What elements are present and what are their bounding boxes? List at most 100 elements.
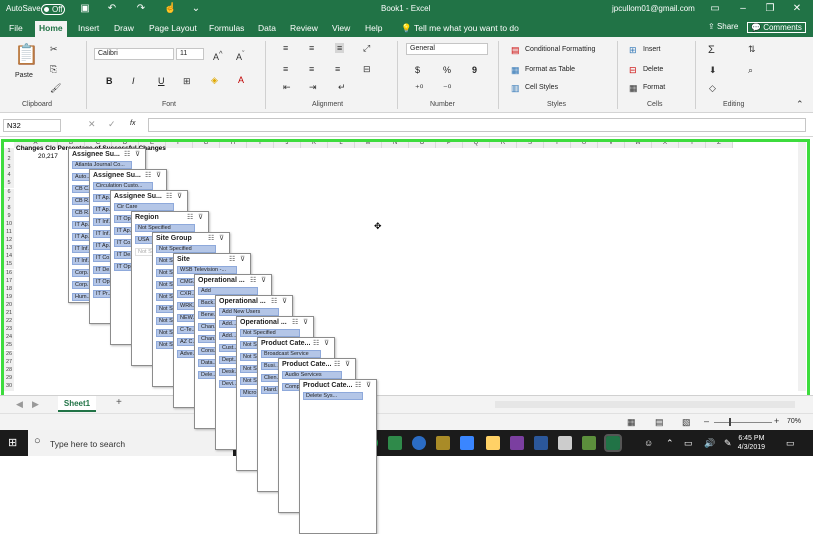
- cut-icon[interactable]: ✂: [50, 44, 58, 55]
- column-header[interactable]: U: [571, 140, 598, 148]
- column-header[interactable]: G: [193, 140, 220, 148]
- slicer-item[interactable]: Atlanta Journal Co...: [72, 161, 132, 169]
- row-header[interactable]: 22: [4, 318, 14, 327]
- tab-file[interactable]: File: [9, 23, 23, 33]
- font-name-combo[interactable]: Calibri: [94, 48, 174, 60]
- column-header[interactable]: Y: [679, 140, 706, 148]
- decrease-decimal-icon[interactable]: ⁻⁰: [443, 83, 451, 94]
- volume-icon[interactable]: 🔊: [704, 438, 715, 449]
- app-icon[interactable]: [436, 436, 450, 450]
- row-header[interactable]: 29: [4, 374, 14, 383]
- column-header[interactable]: W: [625, 140, 652, 148]
- insert-function-button[interactable]: fx: [130, 120, 135, 127]
- align-bottom-icon[interactable]: ≡: [335, 43, 345, 53]
- row-header[interactable]: 23: [4, 326, 14, 335]
- next-sheet-icon[interactable]: ▶: [32, 399, 39, 410]
- insert-cells-button[interactable]: Insert: [643, 46, 661, 53]
- clear-filter-icon[interactable]: ⊽: [324, 339, 329, 347]
- row-header[interactable]: 1: [4, 148, 14, 157]
- people-icon[interactable]: ☺: [644, 438, 653, 448]
- row-header[interactable]: 4: [4, 172, 14, 181]
- align-top-icon[interactable]: ≡: [283, 43, 288, 53]
- currency-button[interactable]: $: [415, 65, 420, 75]
- tab-data[interactable]: Data: [258, 23, 276, 33]
- column-header[interactable]: Q: [463, 140, 490, 148]
- orientation-icon[interactable]: ⤢: [363, 43, 370, 54]
- slicer-item[interactable]: Not Specified: [240, 329, 300, 337]
- clear-filter-icon[interactable]: ⊽: [135, 150, 140, 158]
- name-box[interactable]: N32: [3, 119, 61, 132]
- row-header[interactable]: 20: [4, 301, 14, 310]
- multi-select-icon[interactable]: ☷: [292, 318, 298, 326]
- row-header[interactable]: 5: [4, 180, 14, 189]
- bold-button[interactable]: B: [106, 76, 113, 86]
- column-header[interactable]: K: [301, 140, 328, 148]
- taskbar-clock[interactable]: 6:45 PM 4/3/2019: [738, 434, 765, 452]
- underline-button[interactable]: U: [158, 76, 165, 86]
- touch-mode-icon[interactable]: ☝: [164, 3, 176, 15]
- copy-icon[interactable]: ⎘: [50, 64, 57, 75]
- multi-select-icon[interactable]: ☷: [166, 192, 172, 200]
- row-header[interactable]: 21: [4, 310, 14, 319]
- clear-filter-icon[interactable]: ⊽: [219, 234, 224, 242]
- page-break-view-icon[interactable]: ▧: [682, 417, 691, 428]
- clear-filter-icon[interactable]: ⊽: [198, 213, 203, 221]
- pen-icon[interactable]: ✎: [724, 438, 732, 449]
- number-format-combo[interactable]: General: [406, 43, 488, 55]
- clear-filter-icon[interactable]: ⊽: [303, 318, 308, 326]
- row-header[interactable]: 11: [4, 229, 14, 238]
- multi-select-icon[interactable]: ☷: [271, 297, 277, 305]
- tab-insert[interactable]: Insert: [78, 23, 99, 33]
- worksheet-grid[interactable]: ABCDEFGHIJKLMNOPQRSTUVWXYZ 1 2 3 4 5 6 7 8 9 10 11…: [0, 137, 813, 534]
- network-icon[interactable]: ▭: [684, 438, 693, 449]
- normal-view-icon[interactable]: ▦: [627, 417, 636, 428]
- slicer-item[interactable]: Broadcast Service: [261, 350, 321, 358]
- row-header[interactable]: 27: [4, 358, 14, 367]
- increase-indent-icon[interactable]: ⇥: [309, 82, 317, 93]
- tab-review[interactable]: Review: [290, 23, 318, 33]
- column-header[interactable]: I: [247, 140, 274, 148]
- delete-cells-button[interactable]: Delete: [643, 66, 663, 73]
- multi-select-icon[interactable]: ☷: [250, 276, 256, 284]
- percent-button[interactable]: %: [443, 65, 451, 75]
- fill-icon[interactable]: ⬇: [709, 65, 717, 76]
- word-icon[interactable]: [534, 436, 548, 450]
- comments-button[interactable]: 💬 Comments: [747, 22, 806, 33]
- app-icon[interactable]: [510, 436, 524, 450]
- collapse-ribbon-icon[interactable]: ⌃: [796, 99, 804, 110]
- minimize-icon[interactable]: –: [737, 3, 749, 15]
- multi-select-icon[interactable]: ☷: [229, 255, 235, 263]
- italic-button[interactable]: I: [132, 76, 135, 86]
- app-icon[interactable]: [412, 436, 426, 450]
- taskbar-search[interactable]: ○ Type here to search 🎙: [28, 430, 233, 456]
- zoom-out-icon[interactable]: –: [704, 416, 709, 426]
- fill-color-icon[interactable]: ◈: [211, 75, 218, 86]
- tab-help[interactable]: Help: [365, 23, 382, 33]
- clear-icon[interactable]: ◇: [709, 83, 716, 94]
- undo-icon[interactable]: ↶: [106, 3, 118, 15]
- column-header[interactable]: J: [274, 140, 301, 148]
- row-header[interactable]: 3: [4, 164, 14, 173]
- row-header[interactable]: 2: [4, 156, 14, 165]
- slicer-item[interactable]: Circulation Custo...: [93, 182, 153, 190]
- autosum-icon[interactable]: Σ: [708, 44, 715, 56]
- column-header[interactable]: L: [328, 140, 355, 148]
- multi-select-icon[interactable]: ☷: [145, 171, 151, 179]
- horizontal-scrollbar[interactable]: [495, 401, 795, 408]
- cancel-entry-icon[interactable]: ✕: [88, 119, 96, 130]
- cell-styles-button[interactable]: Cell Styles: [525, 84, 558, 91]
- confirm-entry-icon[interactable]: ✓: [108, 119, 116, 130]
- tell-me-search[interactable]: Tell me what you want to do: [414, 23, 519, 33]
- row-header[interactable]: 17: [4, 277, 14, 286]
- save-icon[interactable]: ▣: [79, 3, 91, 15]
- ribbon-display-icon[interactable]: ▭: [709, 3, 721, 15]
- column-header[interactable]: S: [517, 140, 544, 148]
- clear-filter-icon[interactable]: ⊽: [261, 276, 266, 284]
- multi-select-icon[interactable]: ☷: [334, 360, 340, 368]
- column-header[interactable]: Z: [706, 140, 733, 148]
- slicer-item[interactable]: Add: [198, 287, 258, 295]
- column-header[interactable]: O: [409, 140, 436, 148]
- sort-filter-icon[interactable]: ⇅: [748, 44, 756, 55]
- clear-filter-icon[interactable]: ⊽: [177, 192, 182, 200]
- clear-filter-icon[interactable]: ⊽: [282, 297, 287, 305]
